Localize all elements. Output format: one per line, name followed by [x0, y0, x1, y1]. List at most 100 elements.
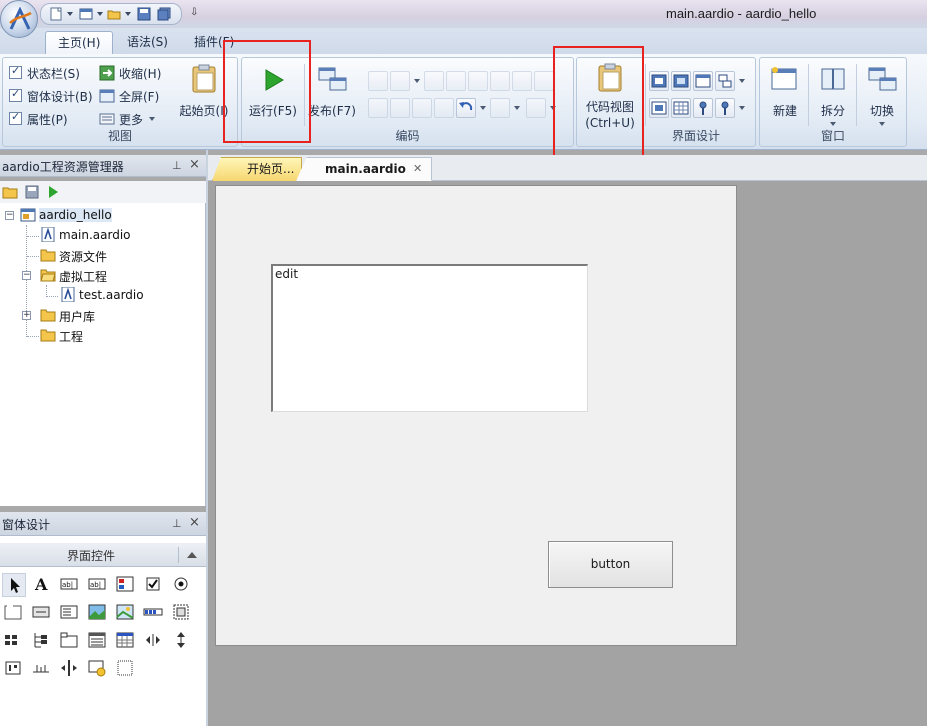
trackbar-tool-icon[interactable] — [30, 657, 54, 681]
open-project-icon[interactable] — [2, 184, 18, 200]
outdent-icon[interactable] — [490, 71, 510, 91]
grid-icon[interactable] — [671, 98, 691, 118]
publish-button[interactable]: 发布(F7) — [306, 60, 358, 124]
close-icon[interactable]: ✕ — [413, 158, 422, 180]
redo-icon[interactable] — [490, 98, 510, 118]
undo-icon[interactable] — [456, 98, 476, 118]
tab-order-icon[interactable] — [649, 98, 669, 118]
button-control[interactable]: button — [548, 541, 673, 588]
select-all-icon[interactable] — [446, 71, 466, 91]
collapse-toggle[interactable]: − — [22, 271, 31, 280]
panel-gap — [0, 536, 206, 543]
save-icon[interactable] — [137, 7, 151, 21]
radio-tool-icon[interactable] — [170, 573, 194, 597]
statusbar-checkbox[interactable]: 状态栏(S) — [9, 64, 89, 82]
uncomment-icon[interactable] — [534, 71, 554, 91]
fullscreen-button[interactable]: 全屏(F) — [99, 87, 165, 105]
open-folder-icon[interactable] — [107, 7, 121, 21]
comment-icon[interactable] — [512, 71, 532, 91]
treeview-tool-icon[interactable] — [30, 629, 54, 653]
tab-tool-icon[interactable] — [58, 629, 82, 653]
split-button[interactable]: 拆分 — [812, 60, 854, 132]
tab-home[interactable]: 主页(H) — [45, 31, 114, 54]
checkbox-tool-icon[interactable] — [142, 573, 166, 597]
play-icon[interactable] — [46, 185, 60, 199]
tab-start-page[interactable]: 开始页... — [212, 157, 302, 181]
tab-syntax[interactable]: 语法(S) — [115, 31, 180, 54]
progress-tool-icon[interactable] — [142, 601, 166, 625]
tab-main-aardio[interactable]: main.aardio ✕ — [296, 157, 432, 181]
chevron-up-icon — [187, 552, 197, 558]
expand-toggle[interactable]: + — [22, 311, 31, 320]
pointer-tool-icon[interactable] — [2, 573, 26, 597]
chevron-down-icon[interactable] — [97, 12, 103, 16]
groupbox-tool-icon[interactable] — [2, 601, 26, 625]
chevron-down-icon[interactable] — [739, 106, 745, 110]
paste-icon[interactable] — [424, 71, 444, 91]
controls-section-header[interactable]: 界面控件 — [0, 543, 206, 567]
image-tool-icon[interactable] — [114, 601, 138, 625]
chevron-down-icon[interactable] — [739, 79, 745, 83]
calendar-tool-icon[interactable] — [114, 629, 138, 653]
new-file-icon[interactable] — [49, 7, 63, 21]
save-all-icon[interactable] — [157, 7, 171, 21]
form-canvas[interactable]: edit button — [215, 185, 737, 646]
cut-icon[interactable] — [368, 71, 388, 91]
ipaddress-tool-icon[interactable] — [2, 657, 26, 681]
app-menu-button[interactable] — [0, 0, 38, 38]
tree-item-label: aardio_hello — [39, 208, 112, 222]
properties-checkbox[interactable]: 属性(P) — [9, 110, 89, 128]
close-icon[interactable]: × — [189, 157, 200, 172]
frame-tool-icon[interactable] — [114, 657, 138, 681]
close-icon[interactable]: × — [189, 515, 200, 530]
custom-control-tool-icon[interactable] — [170, 601, 194, 625]
collapse-button[interactable]: 收缩(H) — [99, 64, 165, 82]
hotkey-tool-icon[interactable] — [2, 629, 26, 653]
form-icon[interactable] — [79, 7, 93, 21]
binoculars-icon[interactable] — [526, 98, 546, 118]
customize-qat-button[interactable]: ⇩ — [190, 7, 198, 18]
save-icon[interactable] — [24, 184, 40, 200]
chevron-down-icon[interactable] — [480, 106, 486, 110]
align-left-icon[interactable] — [649, 71, 669, 91]
highlight-code-view-box — [553, 46, 644, 161]
align-right-icon[interactable] — [671, 71, 691, 91]
pin-icon[interactable]: ⊥ — [172, 159, 182, 172]
pin-icon[interactable]: ⊥ — [172, 517, 182, 530]
pin-icon[interactable] — [693, 98, 713, 118]
form-design-checkbox[interactable]: 窗体设计(B) — [9, 87, 99, 105]
updown-tool-icon[interactable] — [142, 629, 166, 653]
copy-icon[interactable] — [390, 71, 410, 91]
combobox-tool-icon[interactable] — [58, 601, 82, 625]
prev-bookmark-icon[interactable] — [412, 98, 432, 118]
more-button[interactable]: 更多 — [99, 110, 165, 128]
edit-control[interactable]: edit — [271, 264, 588, 412]
button-tool-icon[interactable] — [30, 601, 54, 625]
highlight-run-box — [223, 40, 311, 143]
collapse-section-button[interactable] — [178, 547, 204, 563]
next-bookmark-icon[interactable] — [390, 98, 410, 118]
edit-tool-icon[interactable]: ab| — [58, 573, 82, 597]
vscroll-tool-icon[interactable] — [170, 629, 194, 653]
collapse-toggle[interactable]: − — [5, 211, 14, 220]
indent-icon[interactable] — [468, 71, 488, 91]
bookmark-icon[interactable] — [368, 98, 388, 118]
new-window-button[interactable]: 新建 — [764, 60, 806, 124]
richedit-tool-icon[interactable]: ab| — [86, 573, 110, 597]
chevron-down-icon[interactable] — [414, 79, 420, 83]
switch-button[interactable]: 切换 — [860, 60, 904, 132]
chevron-down-icon[interactable] — [67, 12, 73, 16]
layout-icon[interactable] — [715, 71, 735, 91]
find-icon[interactable] — [434, 98, 454, 118]
web-tool-icon[interactable] — [86, 657, 110, 681]
chevron-down-icon[interactable] — [514, 106, 520, 110]
listbox-tool-icon[interactable] — [114, 573, 138, 597]
splitter-tool-icon[interactable] — [58, 657, 82, 681]
picture-tool-icon[interactable] — [86, 601, 110, 625]
listview-tool-icon[interactable] — [86, 629, 110, 653]
chevron-down-icon[interactable] — [125, 12, 131, 16]
separator — [645, 64, 646, 126]
static-text-tool-icon[interactable]: A — [30, 573, 54, 597]
pin-alt-icon[interactable] — [715, 98, 735, 118]
window-icon[interactable] — [693, 71, 713, 91]
